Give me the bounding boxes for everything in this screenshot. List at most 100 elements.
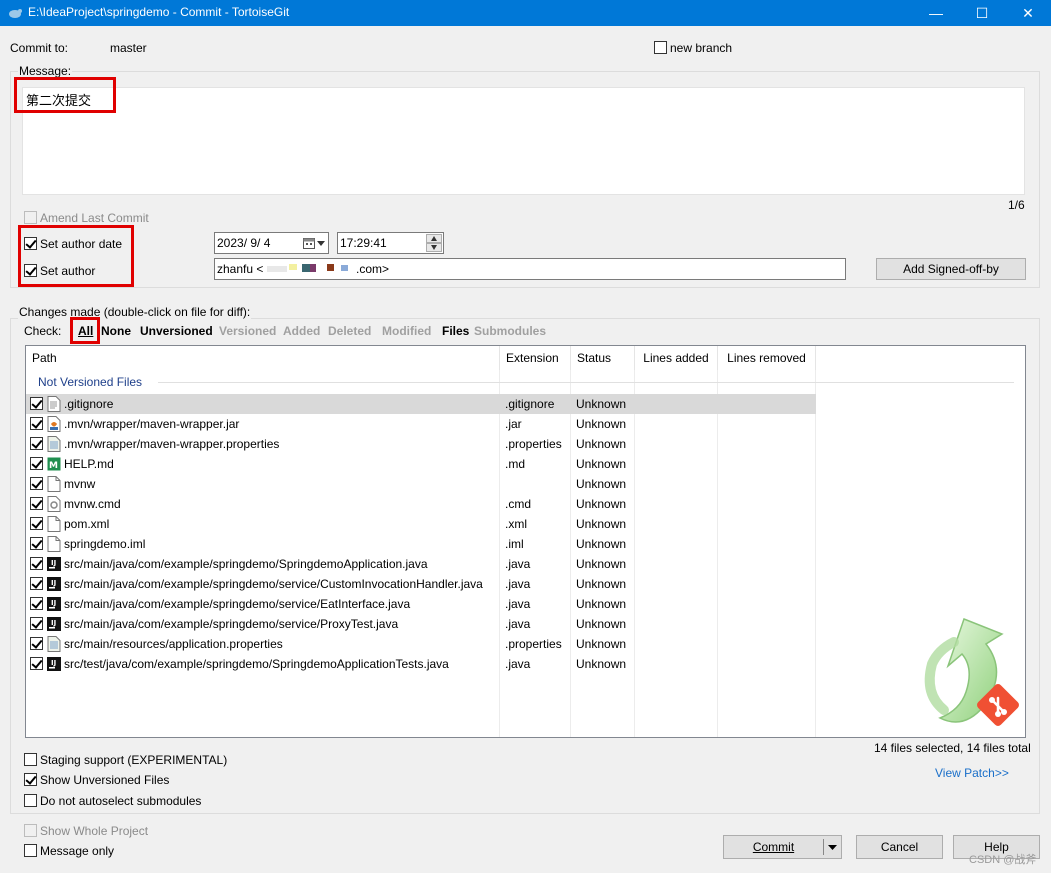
file-checkbox[interactable]: [30, 577, 43, 590]
chevron-down-icon[interactable]: [828, 845, 837, 851]
file-path: mvnw.cmd: [64, 497, 121, 511]
file-checkbox[interactable]: [30, 477, 43, 490]
amend-last-commit-checkbox[interactable]: [24, 211, 37, 224]
commit-button[interactable]: Commit: [724, 840, 823, 854]
svg-text:IJ: IJ: [51, 579, 56, 587]
svg-text:IJ: IJ: [51, 559, 56, 567]
table-row[interactable]: springdemo.iml .iml Unknown: [26, 534, 816, 554]
column-header-extension[interactable]: Extension: [500, 346, 571, 370]
table-row[interactable]: .gitignore .gitignore Unknown: [26, 394, 816, 414]
file-path: src/main/resources/application.propertie…: [64, 637, 283, 651]
new-branch-checkbox[interactable]: [654, 41, 667, 54]
filter-added[interactable]: Added: [283, 324, 320, 338]
table-row[interactable]: .mvn/wrapper/maven-wrapper.jar .jar Unknow…: [26, 414, 816, 434]
close-button[interactable]: ✕: [1005, 0, 1051, 26]
column-header-status[interactable]: Status: [571, 346, 635, 370]
file-checkbox[interactable]: [30, 417, 43, 430]
commit-split-button[interactable]: Commit: [723, 835, 842, 859]
time-spin-down[interactable]: [426, 243, 442, 252]
show-whole-project-label: Show Whole Project: [40, 824, 149, 838]
table-row[interactable]: src/main/resources/application.propertie…: [26, 634, 816, 654]
jar-file-icon: [47, 416, 61, 432]
staging-support-label: Staging support (EXPERIMENTAL): [40, 753, 228, 767]
blank-file-icon: [47, 516, 61, 532]
file-checkbox[interactable]: [30, 617, 43, 630]
message-label: Message:: [18, 64, 73, 78]
author-date-picker[interactable]: 2023/ 9/ 4: [214, 232, 329, 254]
file-status: Unknown: [576, 557, 627, 571]
table-row[interactable]: IJ src/main/java/com/example/springdemo/s…: [26, 574, 816, 594]
file-checkbox[interactable]: [30, 517, 43, 530]
no-autoselect-submodules-checkbox[interactable]: [24, 794, 37, 807]
table-row[interactable]: M HELP.md .md Unknown: [26, 454, 816, 474]
file-status: Unknown: [576, 417, 627, 431]
file-checkbox[interactable]: [30, 557, 43, 570]
show-unversioned-checkbox[interactable]: [24, 773, 37, 786]
filter-files[interactable]: Files: [442, 324, 469, 338]
new-branch-label: new branch: [670, 41, 733, 55]
table-row[interactable]: pom.xml .xml Unknown: [26, 514, 816, 534]
filter-deleted[interactable]: Deleted: [328, 324, 371, 338]
minimize-button[interactable]: —: [913, 0, 959, 26]
author-time-picker[interactable]: 17:29:41: [337, 232, 444, 254]
file-path: src/test/java/com/example/springdemo/Spr…: [64, 657, 449, 671]
file-checkbox[interactable]: [30, 397, 43, 410]
file-checkbox[interactable]: [30, 497, 43, 510]
table-row[interactable]: mvnw.cmd .cmd Unknown: [26, 494, 816, 514]
file-status: Unknown: [576, 577, 627, 591]
text-file-icon: [47, 396, 61, 412]
watermark-text: CSDN @战斧: [969, 854, 1037, 866]
message-only-label: Message only: [40, 844, 115, 858]
author-input[interactable]: zhanfu < .com>: [214, 258, 846, 280]
file-extension: .iml: [505, 537, 524, 551]
message-only-checkbox[interactable]: [24, 844, 37, 857]
staging-support-checkbox[interactable]: [24, 753, 37, 766]
filter-submodules[interactable]: Submodules: [474, 324, 546, 338]
table-row[interactable]: IJ src/test/java/com/example/springdemo/S…: [26, 654, 816, 674]
file-path: mvnw: [64, 477, 96, 491]
file-list[interactable]: Path Extension Status Lines added Lines …: [25, 345, 1026, 738]
column-header-lines-removed[interactable]: Lines removed: [718, 346, 816, 370]
table-row[interactable]: .mvn/wrapper/maven-wrapper.properties .pr…: [26, 434, 816, 454]
table-row[interactable]: mvnw Unknown: [26, 474, 816, 494]
filter-unversioned[interactable]: Unversioned: [140, 324, 213, 338]
show-whole-project-checkbox[interactable]: [24, 824, 37, 837]
file-path: .mvn/wrapper/maven-wrapper.jar: [64, 417, 240, 431]
markdown-file-icon: M: [47, 456, 61, 472]
file-checkbox[interactable]: [30, 457, 43, 470]
maximize-button[interactable]: ☐: [959, 0, 1005, 26]
file-extension: .java: [505, 557, 531, 571]
file-checkbox[interactable]: [30, 437, 43, 450]
add-signed-off-by-button[interactable]: Add Signed-off-by: [876, 258, 1026, 280]
file-extension: .java: [505, 577, 531, 591]
message-line-counter: 1/6: [1008, 198, 1025, 212]
changes-label: Changes made (double-click on file for d…: [18, 305, 252, 319]
filter-modified[interactable]: Modified: [382, 324, 431, 338]
calendar-icon[interactable]: [303, 237, 315, 249]
intellij-file-icon: IJ: [47, 656, 61, 672]
time-spin-up[interactable]: [426, 234, 442, 243]
cancel-button[interactable]: Cancel: [856, 835, 943, 859]
table-row[interactable]: IJ src/main/java/com/example/springdemo/s…: [26, 614, 816, 634]
filter-versioned[interactable]: Versioned: [219, 324, 276, 338]
column-header-lines-added[interactable]: Lines added: [635, 346, 718, 370]
file-status: Unknown: [576, 497, 627, 511]
filter-none[interactable]: None: [101, 324, 131, 338]
file-status: Unknown: [576, 617, 627, 631]
file-extension: .cmd: [505, 497, 532, 511]
file-checkbox[interactable]: [30, 657, 43, 670]
file-checkbox[interactable]: [30, 637, 43, 650]
file-checkbox[interactable]: [30, 597, 43, 610]
file-extension: .gitignore: [505, 397, 555, 411]
column-header-path[interactable]: Path: [26, 346, 500, 370]
chevron-down-icon[interactable]: [317, 241, 325, 247]
highlight-filter-all: [70, 317, 100, 344]
table-row[interactable]: IJ src/main/java/com/example/springdemo/S…: [26, 554, 816, 574]
file-path: src/main/java/com/example/springdemo/ser…: [64, 577, 483, 591]
file-extension: .xml: [505, 517, 527, 531]
view-patch-link[interactable]: View Patch>>: [935, 766, 1009, 780]
message-textarea[interactable]: 第二次提交: [22, 87, 1025, 195]
table-row[interactable]: IJ src/main/java/com/example/springdemo/s…: [26, 594, 816, 614]
title-bar: E:\IdeaProject\springdemo - Commit - Tor…: [0, 0, 1051, 26]
file-checkbox[interactable]: [30, 537, 43, 550]
